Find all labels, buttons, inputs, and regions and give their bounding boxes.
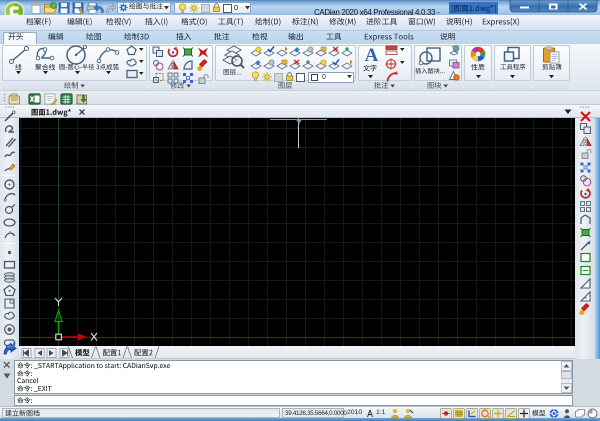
svg-text:A: A [365, 45, 379, 64]
